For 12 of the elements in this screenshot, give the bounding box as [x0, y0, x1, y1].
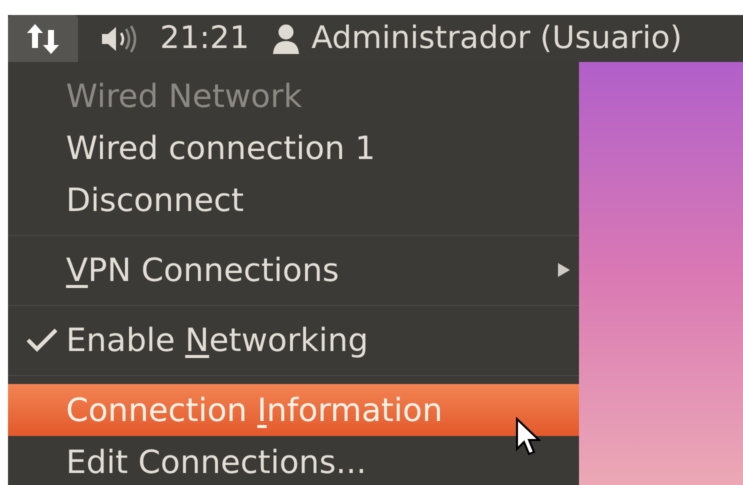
- menu-item[interactable]: VPN Connections: [8, 244, 579, 296]
- submenu-arrow-icon: [557, 262, 571, 278]
- network-indicator-button[interactable]: [8, 15, 78, 62]
- up-down-arrows-icon: [26, 22, 60, 56]
- menu-item[interactable]: Wired connection 1: [8, 122, 579, 174]
- menu-item[interactable]: Enable Networking: [8, 314, 579, 366]
- person-icon: [271, 22, 302, 54]
- mouse-pointer-icon: [515, 417, 541, 457]
- menu-item[interactable]: Edit Connections...: [8, 436, 579, 485]
- clock-time[interactable]: 21:21: [160, 15, 250, 62]
- menu-item[interactable]: Disconnect: [8, 174, 579, 226]
- user-name[interactable]: Administrador (Usuario): [311, 15, 682, 62]
